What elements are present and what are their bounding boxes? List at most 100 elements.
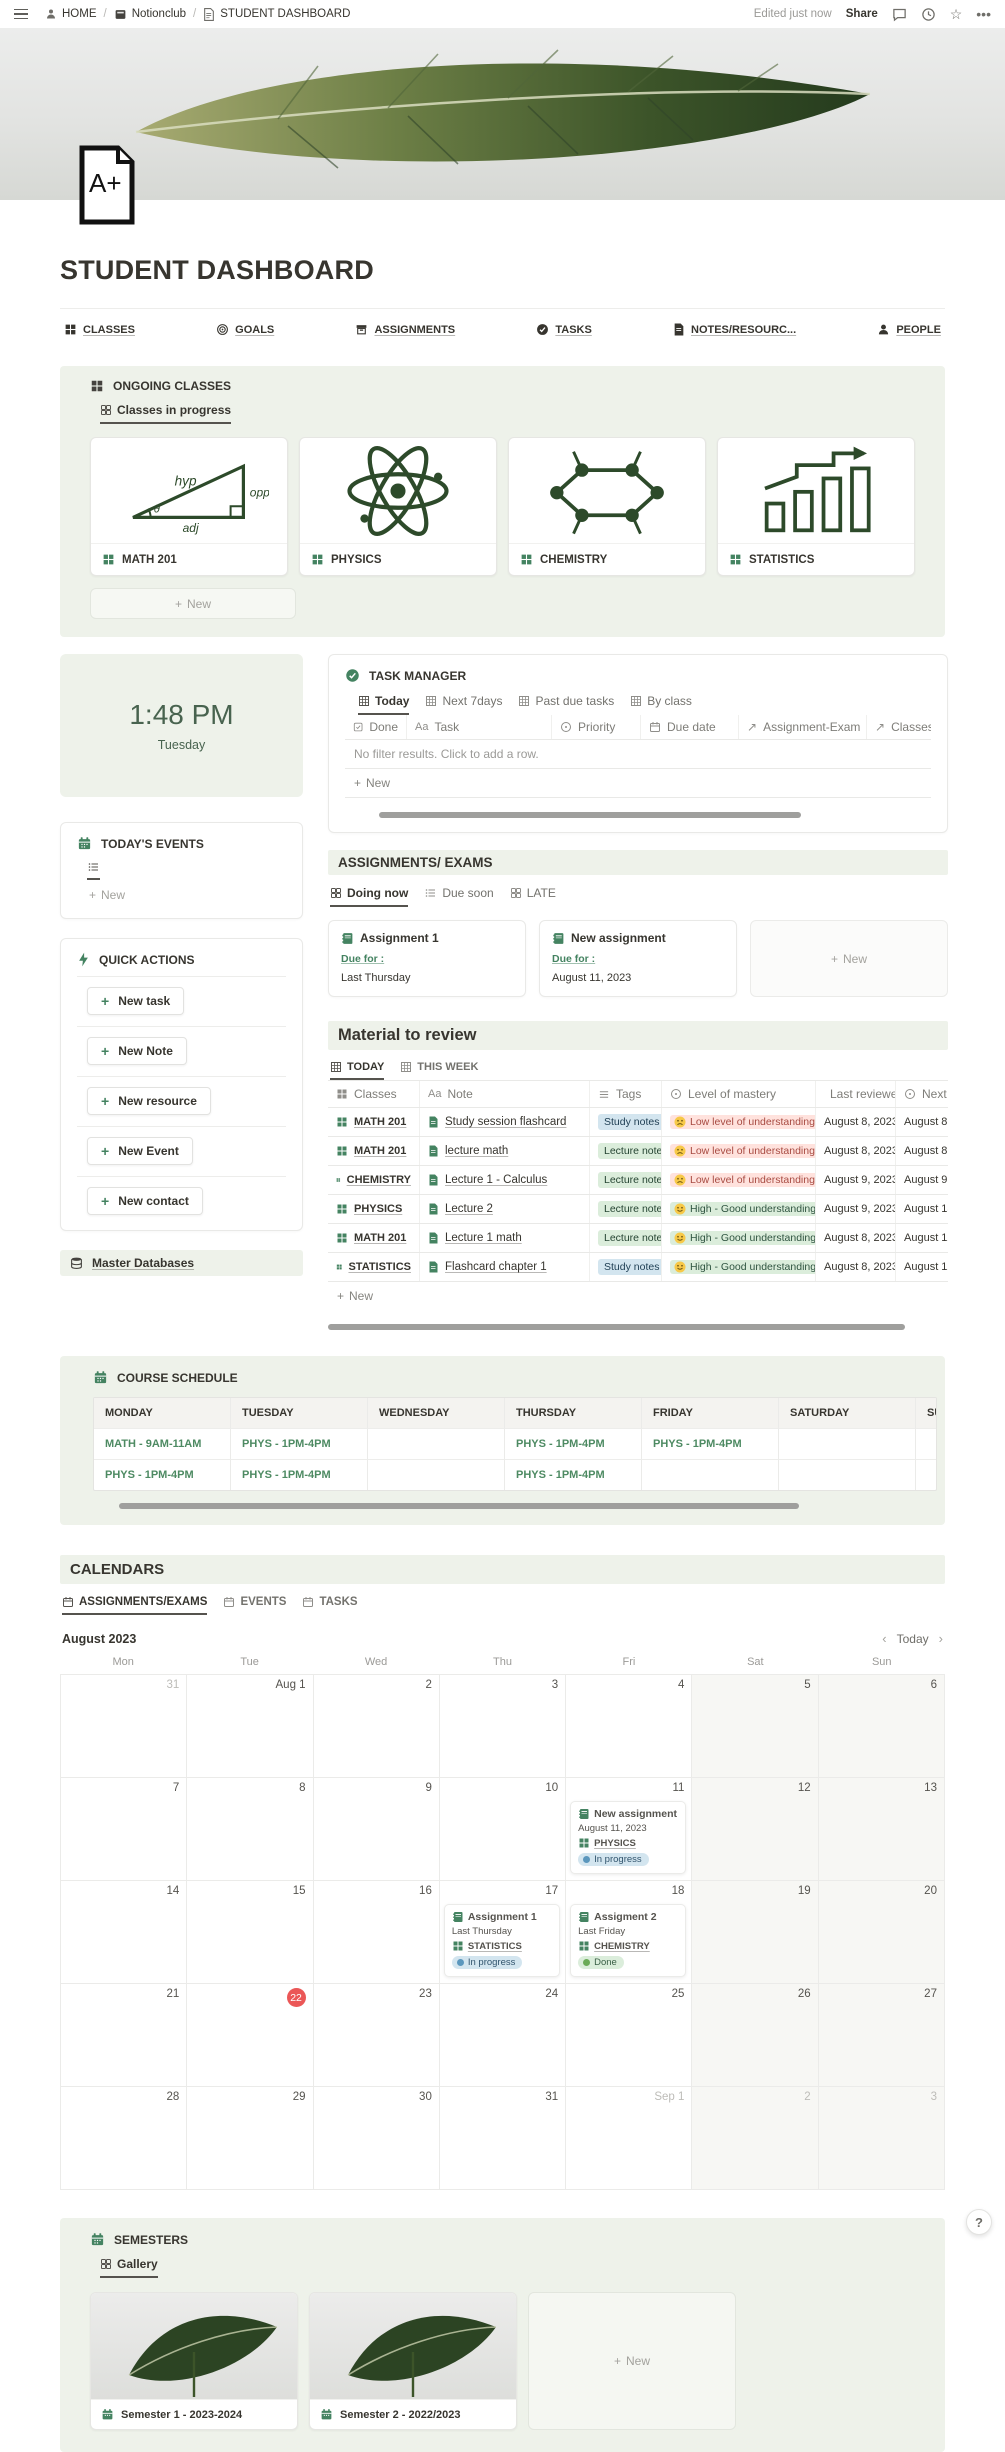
material-row[interactable]: MATH 201 Lecture 1 math Lecture notes High … (328, 1224, 948, 1253)
calendar-cell[interactable]: 21 (61, 1984, 188, 2087)
column-header-priority[interactable]: Priority (552, 715, 641, 739)
horizontal-scrollbar[interactable] (119, 1503, 799, 1509)
calendar-cell[interactable]: 16 (313, 1881, 440, 1984)
tab-tasks[interactable]: TASKS (302, 1596, 358, 1615)
material-cell[interactable]: August 13, 2 (896, 1195, 948, 1223)
quick-action-new-note[interactable]: + New Note (87, 1037, 187, 1065)
quick-action-new-event[interactable]: + New Event (87, 1137, 193, 1165)
calendar-cell[interactable]: 18 Assigment 2 Last Friday CHEMISTRY Done (566, 1881, 693, 1984)
column-header-next-revi[interactable]: Next revi (896, 1081, 948, 1107)
calendar-cell[interactable]: 26 (692, 1984, 819, 2087)
calendar-cell[interactable]: 10 (439, 1778, 567, 1881)
new-material-row[interactable]: + New (328, 1282, 948, 1310)
new-semester-button[interactable]: + New (528, 2292, 736, 2430)
material-cell[interactable]: High - Good understanding (662, 1253, 816, 1281)
material-row[interactable]: STATISTICS Flashcard chapter 1 Study notes… (328, 1253, 948, 1282)
material-cell[interactable]: August 12, 2 (896, 1224, 948, 1252)
calendar-cell[interactable]: 12 (692, 1778, 819, 1881)
material-cell[interactable]: lecture math (420, 1137, 590, 1165)
material-cell[interactable]: Lecture 2 (420, 1195, 590, 1223)
tab-by-class[interactable]: By class (630, 694, 692, 715)
tab-events[interactable]: EVENTS (223, 1596, 286, 1615)
material-cell[interactable]: Study session flashcard (420, 1108, 590, 1136)
quick-action-new-resource[interactable]: + New resource (87, 1087, 211, 1115)
column-header-tags[interactable]: Tags (590, 1081, 662, 1107)
material-cell[interactable]: August 9, 20 (896, 1166, 948, 1194)
material-cell[interactable]: Lecture notes (590, 1166, 662, 1194)
tab-doing-now[interactable]: Doing now (330, 886, 409, 907)
favorite-star-icon[interactable]: ☆ (950, 7, 963, 21)
horizontal-scrollbar[interactable] (328, 1324, 905, 1330)
material-cell[interactable]: PHYSICS (328, 1195, 420, 1223)
due-for-link[interactable]: Due for : (341, 953, 513, 965)
nav-item-classes[interactable]: CLASSES (64, 323, 135, 336)
material-cell[interactable]: August 8, 20 (896, 1108, 948, 1136)
column-header-level-of-mastery[interactable]: Level of mastery (662, 1081, 816, 1107)
tab-events-list[interactable] (87, 861, 100, 880)
calendar-cell[interactable]: 24 (439, 1984, 567, 2087)
more-options-icon[interactable]: ••• (976, 7, 991, 21)
calendar-event-card[interactable]: Assigment 2 Last Friday CHEMISTRY Done (570, 1904, 687, 1977)
quick-action-new-task[interactable]: + New task (87, 987, 185, 1015)
material-row[interactable]: CHEMISTRY Lecture 1 - Calculus Lecture not… (328, 1166, 948, 1195)
new-assignment-button[interactable]: + New (750, 920, 948, 997)
tab-past-due-tasks[interactable]: Past due tasks (518, 694, 614, 715)
class-card-physics[interactable]: PHYSICS (299, 437, 497, 576)
schedule-cell[interactable] (916, 1428, 936, 1459)
breadcrumb-page[interactable]: STUDENT DASHBOARD (203, 7, 350, 21)
schedule-cell[interactable]: PHYS - 1PM-4PM (94, 1459, 231, 1490)
calendar-cell[interactable]: 27 (818, 1984, 945, 2087)
column-header-classes[interactable]: Classes (328, 1081, 420, 1107)
schedule-cell[interactable] (368, 1428, 505, 1459)
class-card-chemistry[interactable]: CHEMISTRY (508, 437, 706, 576)
nav-item-tasks[interactable]: TASKS (536, 323, 592, 336)
calendar-cell[interactable]: 4 (566, 1675, 693, 1778)
material-row[interactable]: MATH 201 Study session flashcard Study not… (328, 1108, 948, 1137)
column-header-classes[interactable]: ↗ Classes (867, 715, 931, 739)
nav-item-people[interactable]: PEOPLE (877, 323, 941, 336)
nav-item-assignments[interactable]: ASSIGNMENTS (355, 323, 455, 336)
history-clock-icon[interactable] (921, 7, 936, 22)
material-cell[interactable]: August 9, 2023 (816, 1166, 896, 1194)
material-cell[interactable]: August 8, 2023 (816, 1253, 896, 1281)
material-cell[interactable]: August 9, 2023 (816, 1195, 896, 1223)
calendar-cell[interactable]: 7 (61, 1778, 188, 1881)
tab-due-soon[interactable]: Due soon (424, 886, 494, 907)
tab-today[interactable]: TODAY (330, 1061, 385, 1080)
column-header-due-date[interactable]: Due date (641, 715, 739, 739)
tab-gallery[interactable]: Gallery (100, 2257, 158, 2278)
new-task-row[interactable]: + New (345, 769, 931, 798)
calendar-cell[interactable]: 11 New assignment August 11, 2023 PHYSICS In… (566, 1778, 693, 1881)
column-header-last-reviewed[interactable]: Last reviewed (816, 1081, 896, 1107)
calendar-cell[interactable]: 15 (187, 1881, 314, 1984)
calendar-cell[interactable]: 28 (61, 2087, 188, 2190)
tab-assignments-exams[interactable]: ASSIGNMENTS/EXAMS (62, 1596, 208, 1615)
calendar-cell[interactable]: 25 (566, 1984, 693, 2087)
calendar-today-button[interactable]: Today (897, 1632, 929, 1646)
calendar-cell[interactable]: 2 (692, 2087, 819, 2190)
material-cell[interactable]: High - Good understanding (662, 1224, 816, 1252)
calendar-cell[interactable]: 2 (313, 1675, 440, 1778)
tab-next-7days[interactable]: Next 7days (425, 694, 502, 715)
nav-item-notes-resources[interactable]: NOTES/RESOURC... (673, 323, 796, 336)
assignment-card-2[interactable]: New assignment Due for : August 11, 2023 (539, 920, 737, 997)
schedule-cell[interactable] (779, 1428, 916, 1459)
master-databases-toggle[interactable]: Master Databases (60, 1250, 303, 1276)
tab-late[interactable]: LATE (510, 886, 556, 907)
page-icon-a-plus[interactable]: A+ (78, 144, 136, 226)
material-cell[interactable]: August 8, 2023 (816, 1137, 896, 1165)
material-cell[interactable]: High - Good understanding (662, 1195, 816, 1223)
semester-card-1[interactable]: Semester 1 - 2023-2024 (90, 2292, 298, 2430)
material-cell[interactable]: August 12, 2 (896, 1253, 948, 1281)
schedule-cell[interactable] (916, 1459, 936, 1490)
material-cell[interactable]: Low level of understanding (662, 1166, 816, 1194)
material-cell[interactable]: August 8, 2023 (816, 1108, 896, 1136)
material-cell[interactable]: Low level of understanding (662, 1108, 816, 1136)
due-for-link[interactable]: Due for : (552, 953, 724, 965)
material-cell[interactable]: Lecture 1 math (420, 1224, 590, 1252)
comments-icon[interactable] (892, 7, 907, 22)
assignment-card-1[interactable]: Assignment 1 Due for : Last Thursday (328, 920, 526, 997)
schedule-cell[interactable]: PHYS - 1PM-4PM (505, 1459, 642, 1490)
schedule-cell[interactable]: PHYS - 1PM-4PM (231, 1459, 368, 1490)
calendar-cell[interactable]: 31 (439, 2087, 567, 2190)
